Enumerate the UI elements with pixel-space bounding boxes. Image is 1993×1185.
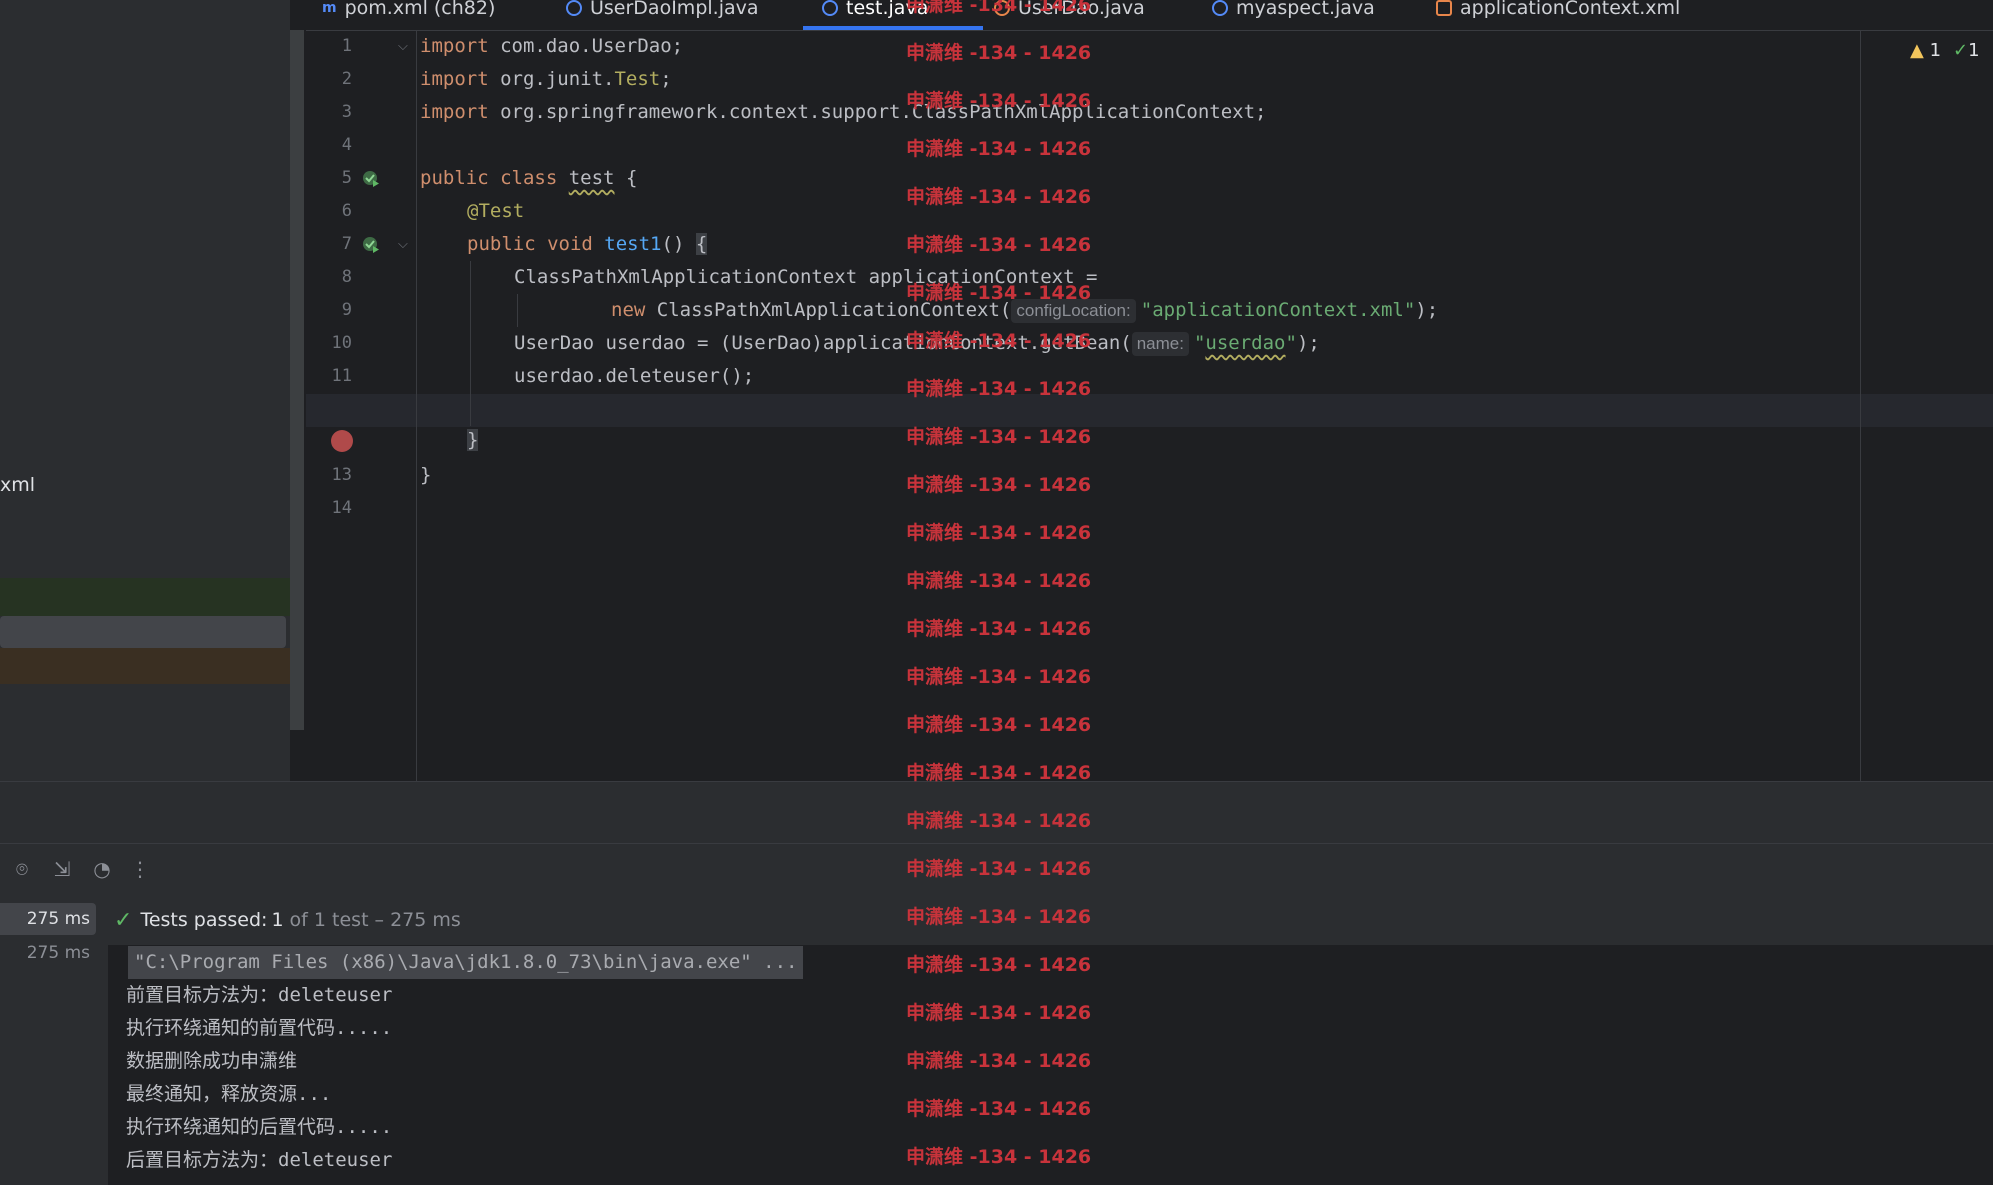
check-icon: ✓ — [114, 907, 133, 933]
line-number: 7 — [341, 234, 352, 254]
line-number: 8 — [341, 267, 352, 287]
warning-count[interactable]: ▲ 1 — [1910, 40, 1941, 61]
tab-userdaoimpl[interactable]: UserDaoImpl.java — [566, 0, 759, 23]
tab-label: applicationContext.xml — [1460, 0, 1681, 19]
breakpoint-icon[interactable] — [331, 430, 353, 452]
test-status-bar: ✓ Tests passed: 1 of 1 test – 275 ms — [108, 895, 1993, 945]
run-test-icon[interactable] — [362, 236, 380, 254]
code-line: ClassPathXmlApplicationContext applicati… — [514, 266, 1098, 288]
tab-label: test.java — [846, 0, 929, 19]
code-line: public void test1() { — [467, 233, 708, 255]
console-line: 最终通知，释放资源... — [126, 1083, 332, 1105]
test-tree-row[interactable]: 275 ms — [0, 903, 96, 935]
console-line: 执行环绕通知的前置代码..... — [126, 1017, 393, 1039]
console-command-line[interactable]: "C:\Program Files (x86)\Java\jdk1.8.0_73… — [128, 946, 804, 979]
project-tree-item[interactable]: xml — [0, 474, 35, 496]
line-number: 2 — [341, 69, 352, 89]
tool-window-header — [0, 781, 1993, 843]
code-editor[interactable]: m pom.xml (ch82) UserDaoImpl.java test.j… — [306, 0, 1993, 781]
line-number: 10 — [331, 333, 352, 353]
project-panel-scrollbar[interactable] — [290, 30, 304, 730]
tab-userdao[interactable]: UserDao.java — [994, 0, 1145, 23]
run-test-icon[interactable] — [362, 170, 380, 188]
code-line: } — [420, 464, 432, 486]
project-tree-row-excluded[interactable] — [0, 648, 305, 684]
line-number: 1 — [341, 36, 352, 56]
class-icon — [822, 0, 838, 16]
line-number: 5 — [341, 168, 352, 188]
more-options-icon[interactable]: ⋮ — [128, 857, 152, 881]
weak-warning-count[interactable]: ✓1 — [1953, 40, 1980, 61]
status-summary: of 1 test – 275 ms — [289, 909, 461, 931]
code-line: import org.springframework.context.suppo… — [420, 101, 1267, 123]
line-number: 11 — [331, 366, 352, 386]
code-line: import org.junit.Test; — [420, 68, 672, 90]
tab-pom-xml[interactable]: m pom.xml (ch82) — [322, 0, 495, 23]
code-line: import com.dao.UserDao; — [420, 35, 684, 57]
line-number: 14 — [331, 498, 352, 518]
line-number: 13 — [331, 465, 352, 485]
class-icon — [1212, 0, 1228, 16]
code-line: public class test { — [420, 167, 638, 189]
console-line: 执行环绕通知的后置代码..... — [126, 1116, 393, 1138]
interface-icon — [994, 0, 1010, 16]
code-line: UserDao userdao = (UserDao)applicationCo… — [514, 332, 1320, 356]
tab-applicationcontext-xml[interactable]: applicationContext.xml — [1436, 0, 1680, 23]
inspection-widget[interactable]: ▲ 1 ✓1 — [1910, 40, 1980, 61]
xml-icon — [1436, 0, 1452, 16]
editor-gutter[interactable]: 1 2 3 4 5 6 7 8 9 10 11 13 14 ⌵ ⌵ — [306, 30, 416, 781]
project-tree-row-highlight[interactable] — [0, 578, 305, 616]
line-number: 6 — [341, 201, 352, 221]
gutter-separator — [416, 30, 417, 781]
console-output[interactable]: "C:\Program Files (x86)\Java\jdk1.8.0_73… — [108, 945, 1993, 1185]
status-label: Tests passed: — [140, 909, 268, 931]
project-tree-row-selected[interactable] — [0, 616, 286, 648]
fold-chevron-icon[interactable]: ⌵ — [398, 39, 408, 54]
right-margin-guide — [1860, 30, 1861, 781]
indent-guide — [470, 261, 471, 426]
status-count: 1 — [271, 909, 284, 931]
tab-label: myaspect.java — [1236, 0, 1375, 19]
tab-label: UserDaoImpl.java — [590, 0, 759, 19]
maven-icon: m — [322, 0, 337, 16]
console-line: 前置目标方法为：deleteuser — [126, 984, 393, 1006]
editor-tab-bar: m pom.xml (ch82) UserDaoImpl.java test.j… — [306, 0, 1993, 31]
tab-label: UserDao.java — [1018, 0, 1145, 19]
line-number: 4 — [341, 135, 352, 155]
import-icon[interactable]: ⇲ — [50, 857, 74, 881]
code-line: @Test — [467, 200, 525, 222]
code-line: userdao.deleteuser(); — [514, 365, 755, 387]
code-line: new ClassPathXmlApplicationContext(confi… — [611, 299, 1439, 323]
warning-icon: ▲ — [1910, 40, 1924, 61]
parameter-hint: name: — [1131, 332, 1189, 356]
test-tree-row[interactable]: 275 ms — [0, 937, 96, 969]
parameter-hint: configLocation: — [1011, 299, 1136, 323]
project-panel: xml — [0, 0, 305, 781]
tab-myaspect[interactable]: myaspect.java — [1212, 0, 1375, 23]
indent-guide — [517, 294, 518, 327]
test-results-tree[interactable]: 275 ms 275 ms — [0, 895, 108, 1185]
code-line: } — [467, 429, 479, 451]
camera-icon[interactable]: ⌾ — [10, 857, 34, 881]
class-icon — [566, 0, 582, 16]
run-toolbar: ⌾ ⇲ ◔ ⋮ — [0, 843, 1993, 895]
console-line: 后置目标方法为：deleteuser — [126, 1149, 393, 1171]
coverage-icon[interactable]: ◔ — [90, 857, 114, 881]
fold-chevron-icon[interactable]: ⌵ — [398, 237, 408, 252]
check-icon: ✓ — [1953, 40, 1969, 61]
console-line: 数据删除成功申潇维 — [126, 1050, 298, 1072]
tab-test-java[interactable]: test.java — [822, 0, 928, 23]
line-number: 3 — [341, 102, 352, 122]
line-number: 9 — [341, 300, 352, 320]
code-area[interactable]: import com.dao.UserDao; import org.junit… — [420, 30, 1860, 781]
tab-label: pom.xml (ch82) — [344, 0, 496, 19]
